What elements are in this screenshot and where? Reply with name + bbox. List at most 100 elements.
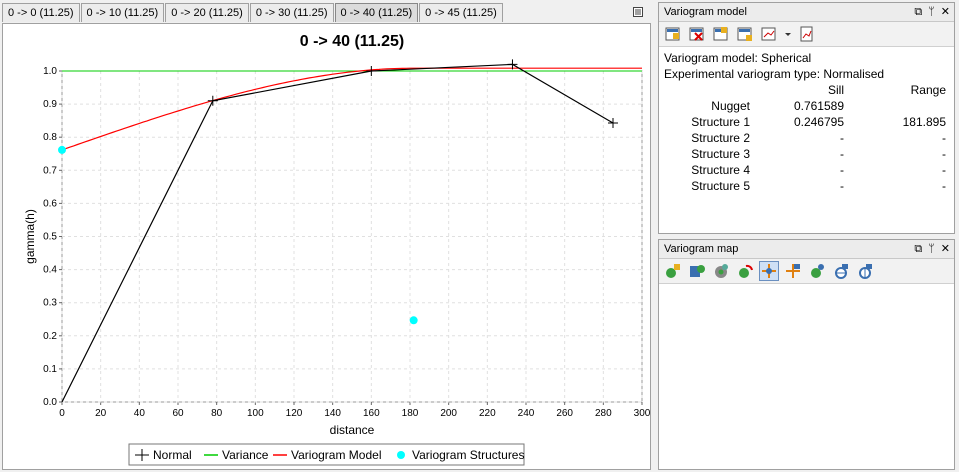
- legend-label: Variogram Model: [291, 448, 381, 462]
- map-refresh-button[interactable]: [735, 261, 755, 281]
- x-tick-label: 240: [518, 408, 535, 419]
- map-settings-button[interactable]: [711, 261, 731, 281]
- sill-column-header: Sill: [827, 83, 844, 97]
- map-export-button[interactable]: [855, 261, 875, 281]
- x-tick-label: 40: [134, 408, 146, 419]
- x-tick-label: 80: [211, 408, 223, 419]
- variogram-map-title: Variogram map ⧉ ᛘ ✕: [659, 240, 954, 259]
- x-tick-label: 260: [556, 408, 573, 419]
- x-tick-label: 300: [634, 408, 650, 419]
- close-icon[interactable]: ✕: [941, 240, 950, 258]
- delete-model-button[interactable]: [687, 24, 707, 44]
- row-range: [844, 98, 950, 114]
- variogram-map-toolbar: [659, 259, 954, 284]
- y-tick-label: 0.6: [43, 198, 57, 209]
- x-tick-label: 120: [286, 408, 303, 419]
- x-tick-label: 60: [172, 408, 184, 419]
- row-range: -: [942, 163, 946, 177]
- tab-menu-icon[interactable]: [633, 7, 643, 17]
- map-select-button[interactable]: [783, 261, 803, 281]
- row-sill: -: [840, 131, 844, 145]
- variogram-model-title: Variogram model ⧉ ᛘ ✕: [659, 3, 954, 22]
- experimental-type-label: Experimental variogram type: Normalised: [664, 67, 885, 81]
- x-tick-label: 180: [402, 408, 419, 419]
- legend-label: Variogram Structures: [412, 448, 524, 462]
- tab-direction-1[interactable]: 0 -> 10 (11.25): [80, 3, 165, 22]
- map-save-button[interactable]: [687, 261, 707, 281]
- y-tick-label: 0.0: [43, 397, 57, 408]
- row-label: Structure 2: [691, 131, 750, 145]
- chart-title: 0 -> 40 (11.25): [300, 33, 405, 50]
- restore-icon[interactable]: ⧉: [914, 3, 922, 21]
- row-label: Structure 4: [691, 163, 750, 177]
- map-new-button[interactable]: [663, 261, 683, 281]
- x-tick-label: 0: [59, 408, 65, 419]
- right-panels: Variogram model ⧉ ᛘ ✕ Variogram model: S…: [656, 0, 959, 472]
- model-type-label: Variogram model: Spherical: [664, 51, 812, 65]
- row-sill: 0.246795: [793, 115, 844, 129]
- row-sill: -: [840, 147, 844, 161]
- row-range: -: [942, 179, 946, 193]
- row-label: Structure 1: [691, 115, 750, 129]
- row-label: Structure 3: [691, 147, 750, 161]
- y-tick-label: 0.2: [43, 331, 57, 342]
- y-tick-label: 0.4: [43, 265, 57, 276]
- variogram-model-panel: Variogram model ⧉ ᛘ ✕ Variogram model: S…: [658, 2, 955, 234]
- table-row: Structure 5 - -: [664, 178, 950, 194]
- y-axis-label: gamma(h): [23, 209, 37, 264]
- map-pan-button[interactable]: [759, 261, 779, 281]
- row-label: Nugget: [711, 99, 750, 113]
- tab-direction-4[interactable]: 0 -> 40 (11.25): [334, 3, 419, 22]
- chart-options-button[interactable]: [759, 24, 779, 44]
- tab-direction-0[interactable]: 0 -> 0 (11.25): [2, 3, 80, 22]
- direction-tabs: 0 -> 0 (11.25) 0 -> 10 (11.25) 0 -> 20 (11…: [2, 3, 504, 23]
- row-range: -: [942, 147, 946, 161]
- pin-icon[interactable]: ᛘ: [928, 240, 935, 258]
- row-range: -: [942, 131, 946, 145]
- chart-options-dropdown-icon[interactable]: [783, 24, 793, 44]
- restore-icon[interactable]: ⧉: [914, 240, 922, 258]
- tab-direction-3[interactable]: 0 -> 30 (11.25): [249, 3, 334, 22]
- x-axis-label: distance: [330, 423, 375, 437]
- variogram-chart: 0 -> 40 (11.25) 0 20 40 60 80 100 120 140 160 180 2…: [2, 23, 651, 470]
- y-tick-label: 0.1: [43, 364, 57, 375]
- table-row: Structure 3 - -: [664, 146, 950, 162]
- variogram-model-toolbar: [659, 22, 954, 47]
- fit-model-button[interactable]: [735, 24, 755, 44]
- range-column-header: Range: [910, 83, 946, 97]
- x-tick-label: 20: [95, 408, 107, 419]
- x-tick-label: 100: [247, 408, 264, 419]
- y-tick-label: 0.3: [43, 298, 57, 309]
- tab-direction-2[interactable]: 0 -> 20 (11.25): [165, 3, 249, 22]
- y-tick-label: 0.9: [43, 99, 57, 110]
- tab-direction-5[interactable]: 0 -> 45 (11.25): [419, 3, 503, 22]
- add-model-button[interactable]: [711, 24, 731, 44]
- row-sill: 0.761589: [793, 99, 844, 113]
- map-info-button[interactable]: [807, 261, 827, 281]
- table-row: Structure 1 0.246795 181.895: [664, 114, 950, 130]
- export-report-button[interactable]: [797, 24, 817, 44]
- table-row: Structure 4 - -: [664, 162, 950, 178]
- variogram-model-info: Variogram model: Spherical Experimental …: [659, 47, 954, 197]
- structure-point: [58, 145, 66, 154]
- x-tick-label: 220: [479, 408, 496, 419]
- structures-table: Sill Range Nugget 0.761589 Structure 1 0.24…: [664, 82, 950, 194]
- map-zoom-button[interactable]: [831, 261, 851, 281]
- table-row: Nugget 0.761589: [664, 98, 950, 114]
- row-label: Structure 5: [691, 179, 750, 193]
- close-icon[interactable]: ✕: [941, 3, 950, 21]
- x-tick-label: 160: [363, 408, 380, 419]
- x-tick-label: 140: [324, 408, 341, 419]
- row-sill: -: [840, 179, 844, 193]
- y-tick-label: 0.5: [43, 232, 57, 243]
- pin-icon[interactable]: ᛘ: [928, 3, 935, 21]
- import-model-button[interactable]: [663, 24, 683, 44]
- structure-point: [409, 316, 418, 325]
- y-tick-label: 1.0: [43, 66, 57, 77]
- structures-table-header: Sill Range: [664, 82, 950, 98]
- row-sill: -: [840, 163, 844, 177]
- variogram-map-title-text: Variogram map: [664, 243, 739, 255]
- y-tick-label: 0.8: [43, 132, 57, 143]
- table-row: Structure 2 - -: [664, 130, 950, 146]
- x-tick-label: 280: [595, 408, 612, 419]
